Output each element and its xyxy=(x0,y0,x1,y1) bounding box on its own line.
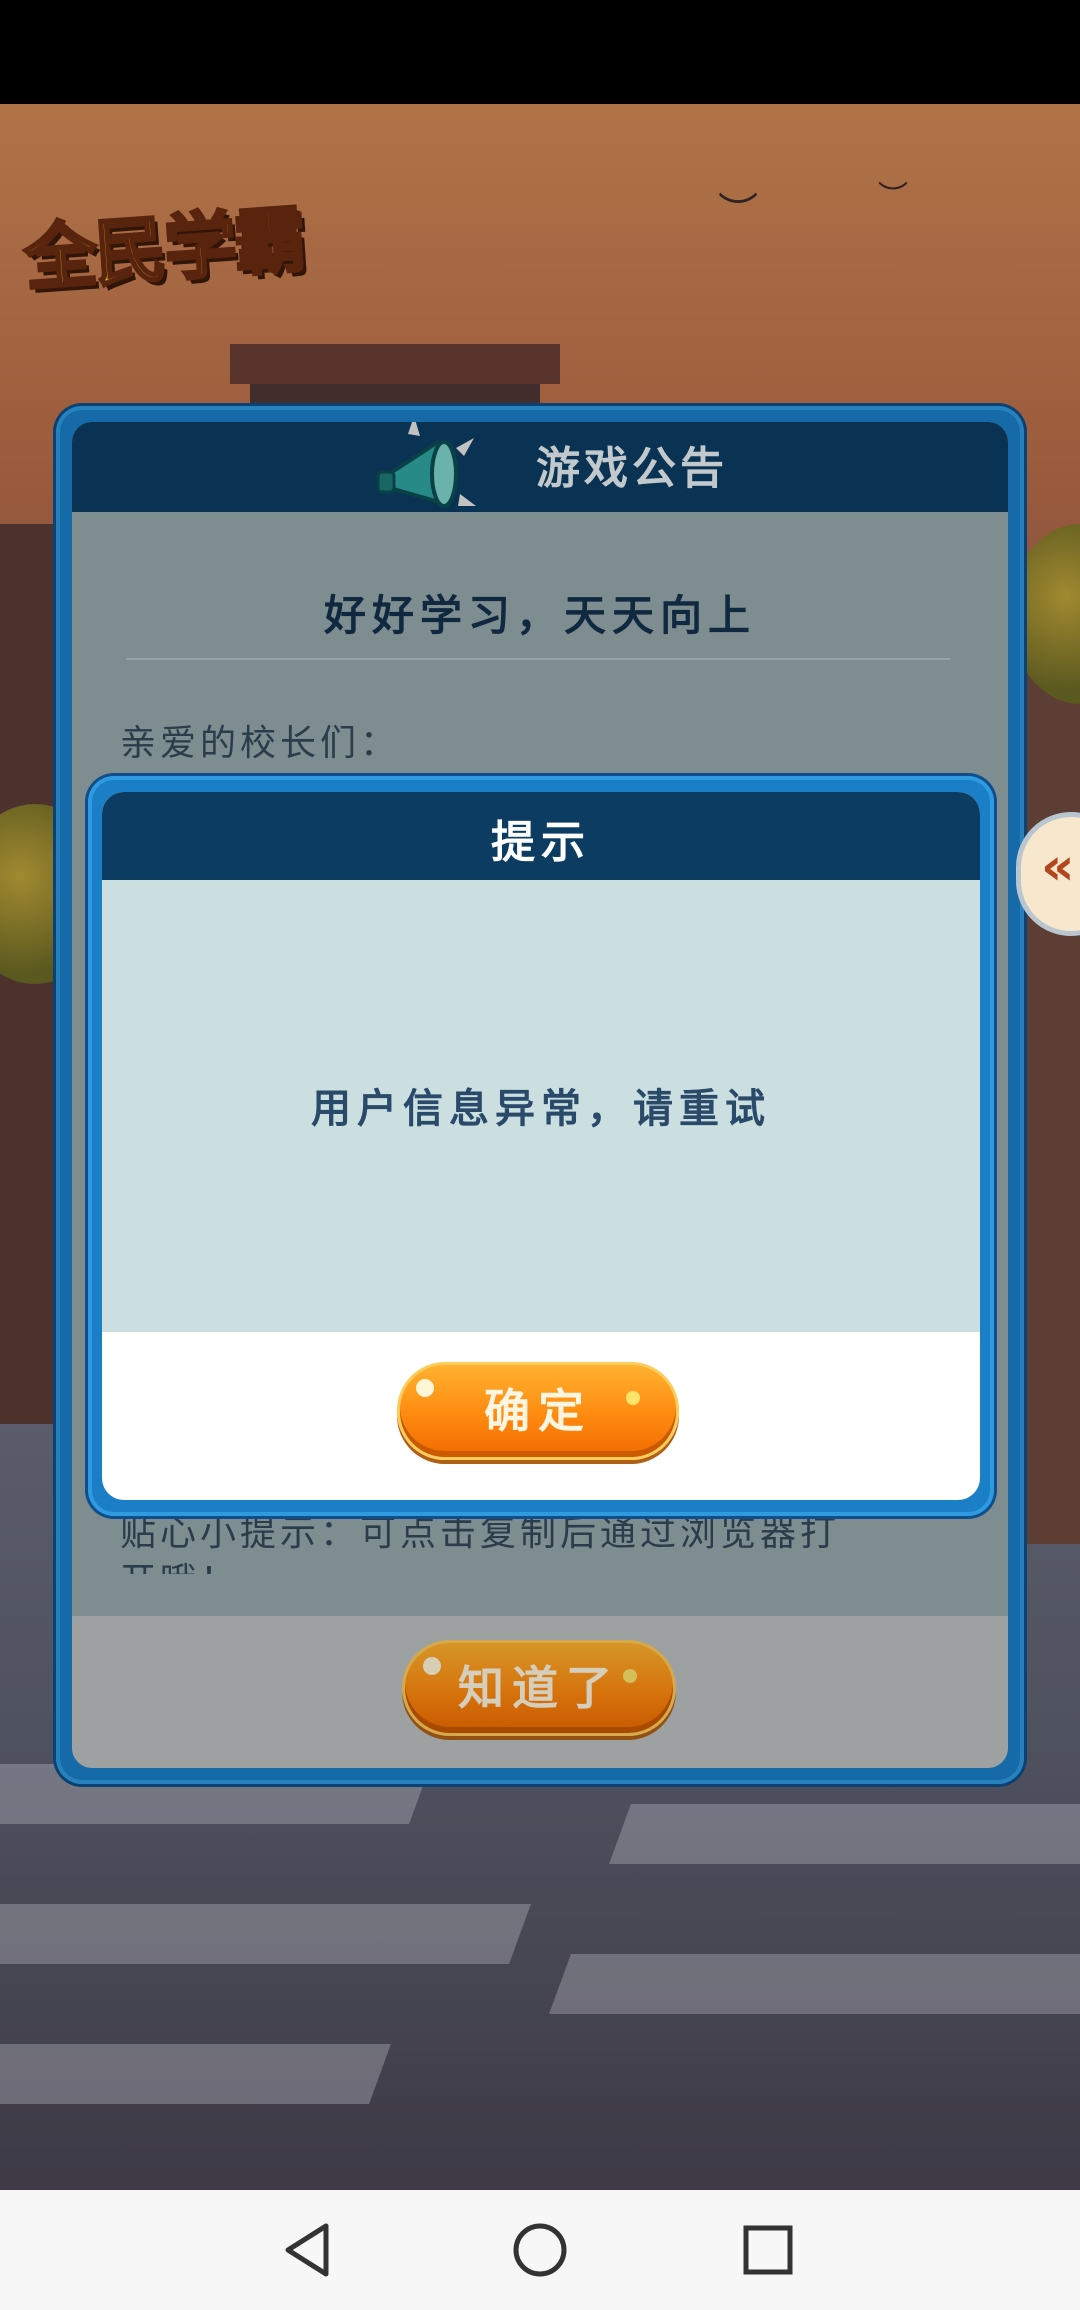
status-bar xyxy=(0,0,1080,104)
confirm-button[interactable]: 确定 xyxy=(397,1362,679,1460)
prompt-header: 提示 xyxy=(102,792,980,880)
confirm-button-label: 确定 xyxy=(484,1384,592,1438)
prompt-dialog-inner: 提示 用户信息异常，请重试 确定 xyxy=(102,792,980,1500)
navigation-bar xyxy=(0,2190,1080,2310)
button-shine xyxy=(416,1379,434,1397)
prompt-title: 提示 xyxy=(491,817,591,868)
prompt-dialog: 提示 用户信息异常，请重试 确定 xyxy=(88,776,994,1516)
button-dot xyxy=(626,1391,640,1405)
prompt-message: 用户信息异常，请重试 xyxy=(311,1085,771,1132)
prompt-body: 用户信息异常，请重试 xyxy=(102,880,980,1332)
home-icon[interactable] xyxy=(508,2218,572,2282)
back-icon[interactable] xyxy=(276,2218,340,2282)
recents-icon[interactable] xyxy=(736,2218,800,2282)
screen: ︶ ︶ 全民学霸 游戏公告 好好学习，天天向上 亲爱的校长们： 贴心小提示：可点… xyxy=(0,0,1080,2310)
double-chevron-left-icon: « xyxy=(1041,837,1075,897)
